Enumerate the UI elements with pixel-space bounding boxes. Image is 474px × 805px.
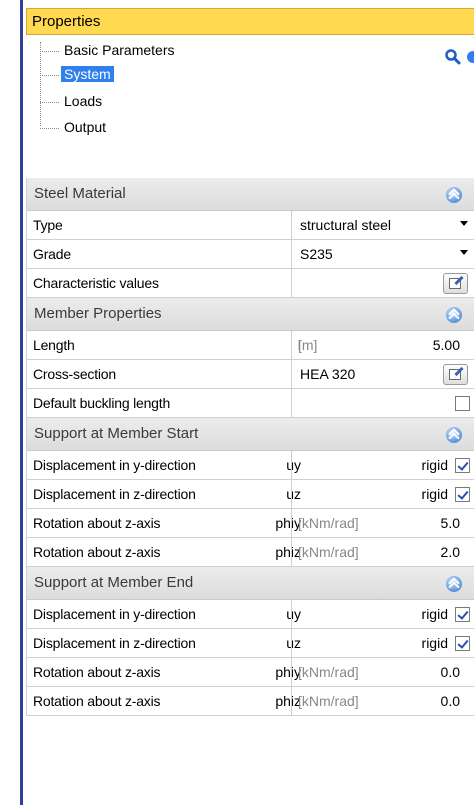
section-support-start[interactable]: Support at Member Start xyxy=(27,418,474,451)
start-uz-checkbox[interactable] xyxy=(455,487,470,502)
start-uy-cell: rigid xyxy=(291,451,474,479)
row-label: Rotation about z-axis xyxy=(33,693,161,709)
row-value: structural steel xyxy=(300,217,392,233)
row-value: rigid xyxy=(421,606,448,622)
section-title: Support at Member End xyxy=(34,574,194,591)
tree-connector xyxy=(40,42,41,126)
collapse-icon[interactable] xyxy=(446,427,462,443)
length-input[interactable]: [m] 5.00 xyxy=(291,331,474,359)
row-start-uz: Displacement in z-direction uz rigid xyxy=(27,480,474,509)
collapse-icon[interactable] xyxy=(446,576,462,592)
row-label: Displacement in z-direction xyxy=(33,635,196,651)
info-icon[interactable] xyxy=(464,47,474,67)
row-value: HEA 320 xyxy=(300,366,356,382)
row-grade: Grade S235 xyxy=(27,240,474,269)
row-cross-section: Cross-section HEA 320 xyxy=(27,360,474,389)
start-phiz-input[interactable]: [kNm/rad] 2.0 xyxy=(291,538,474,566)
row-characteristic-values: Characteristic values xyxy=(27,269,474,298)
type-select[interactable]: structural steel xyxy=(291,211,474,239)
chevron-down-icon[interactable] xyxy=(460,250,468,255)
properties-title: Properties xyxy=(32,13,101,30)
section-title: Member Properties xyxy=(34,305,162,322)
row-unit: [m] xyxy=(298,337,318,353)
row-start-uy: Displacement in y-direction uy rigid xyxy=(27,451,474,480)
end-phiy-input[interactable]: [kNm/rad] 0.0 xyxy=(291,658,474,686)
end-uz-cell: rigid xyxy=(291,629,474,657)
row-value: 0.0 xyxy=(440,693,460,709)
row-unit: [kNm/rad] xyxy=(298,664,359,680)
row-label: Rotation about z-axis xyxy=(33,515,161,531)
row-unit: [kNm/rad] xyxy=(298,693,359,709)
row-start-phiz: Rotation about z-axis phiz [kNm/rad] 2.0 xyxy=(27,538,474,567)
row-value: rigid xyxy=(421,635,448,651)
end-uy-checkbox[interactable] xyxy=(455,607,470,622)
edit-icon[interactable] xyxy=(443,273,468,294)
row-label: Default buckling length xyxy=(33,395,171,411)
grade-select[interactable]: S235 xyxy=(291,240,474,268)
end-uz-checkbox[interactable] xyxy=(455,636,470,651)
cross-section-cell[interactable]: HEA 320 xyxy=(291,360,474,388)
row-value: 5.00 xyxy=(432,337,460,353)
section-title: Steel Material xyxy=(34,185,126,202)
row-start-phiy: Rotation about z-axis phiy [kNm/rad] 5.0 xyxy=(27,509,474,538)
property-grid: Steel Material Type structural steel Gra… xyxy=(26,178,474,716)
buckling-cell xyxy=(291,389,474,417)
row-value: 2.0 xyxy=(440,544,460,560)
row-value: 5.0 xyxy=(440,515,460,531)
row-label: Characteristic values xyxy=(33,275,159,291)
navigation-tree: Basic Parameters System Loads Output xyxy=(26,36,474,170)
end-phiz-input[interactable]: [kNm/rad] 0.0 xyxy=(291,687,474,715)
row-label: Grade xyxy=(33,246,71,262)
row-label: Cross-section xyxy=(33,366,116,382)
search-icon[interactable] xyxy=(443,47,463,67)
row-label: Rotation about z-axis xyxy=(33,664,161,680)
tree-item-label: Output xyxy=(64,119,107,135)
section-title: Support at Member Start xyxy=(34,425,199,442)
row-label: Rotation about z-axis xyxy=(33,544,161,560)
row-label: Type xyxy=(33,217,63,233)
buckling-checkbox[interactable] xyxy=(455,396,470,411)
edit-icon[interactable] xyxy=(443,364,468,385)
row-value: S235 xyxy=(300,246,333,262)
start-uz-cell: rigid xyxy=(291,480,474,508)
chevron-down-icon[interactable] xyxy=(460,221,468,226)
row-end-uy: Displacement in y-direction uy rigid xyxy=(27,600,474,629)
collapse-icon[interactable] xyxy=(446,187,462,203)
tree-item-label: Basic Parameters xyxy=(64,42,175,58)
row-type: Type structural steel xyxy=(27,211,474,240)
row-unit: [kNm/rad] xyxy=(298,544,359,560)
row-label: Displacement in y-direction xyxy=(33,457,196,473)
properties-header[interactable]: Properties xyxy=(26,8,474,35)
row-end-uz: Displacement in z-direction uz rigid xyxy=(27,629,474,658)
row-value: 0.0 xyxy=(440,664,460,680)
panel-left-border xyxy=(20,0,23,805)
start-phiy-input[interactable]: [kNm/rad] 5.0 xyxy=(291,509,474,537)
section-support-end[interactable]: Support at Member End xyxy=(27,567,474,600)
start-uy-checkbox[interactable] xyxy=(455,458,470,473)
section-member-properties[interactable]: Member Properties xyxy=(27,298,474,331)
section-steel-material[interactable]: Steel Material xyxy=(27,178,474,211)
row-value: rigid xyxy=(421,486,448,502)
end-uy-cell: rigid xyxy=(291,600,474,628)
row-end-phiz: Rotation about z-axis phiz [kNm/rad] 0.0 xyxy=(27,687,474,716)
row-default-buckling-length: Default buckling length xyxy=(27,389,474,418)
row-value: rigid xyxy=(421,457,448,473)
row-unit: [kNm/rad] xyxy=(298,515,359,531)
row-length: Length l [m] 5.00 xyxy=(27,331,474,360)
collapse-icon[interactable] xyxy=(446,307,462,323)
row-label: Length xyxy=(33,337,75,353)
row-label: Displacement in z-direction xyxy=(33,486,196,502)
characteristic-values-cell xyxy=(291,269,474,297)
tree-item-label: System xyxy=(61,66,114,82)
row-end-phiy: Rotation about z-axis phiy [kNm/rad] 0.0 xyxy=(27,658,474,687)
row-label: Displacement in y-direction xyxy=(33,606,196,622)
tree-item-label: Loads xyxy=(64,93,103,109)
